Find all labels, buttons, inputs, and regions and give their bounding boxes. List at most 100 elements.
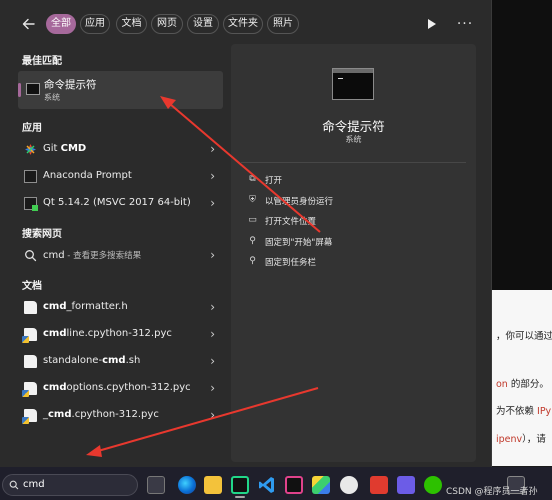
document-result[interactable]: cmdoptions.cpython-312.pyc › — [18, 376, 223, 402]
label-part: Qt 5.14.2 (MSVC 2017 64-bit) — [43, 197, 191, 208]
taskbar-search-box[interactable]: cmd — [2, 474, 138, 496]
label-part: Git — [43, 143, 61, 154]
document-result[interactable]: _cmd.cpython-312.pyc › — [18, 403, 223, 429]
label-part: standalone- — [43, 355, 103, 366]
chevron-right-icon[interactable]: › — [210, 381, 215, 395]
start-search-panel: 全部 应用 文档 网页 设置 文件夹 照片 ··· 最佳匹配 命令提示符 系统 应用 Git… — [0, 0, 492, 467]
best-match-command-prompt[interactable]: 命令提示符 系统 — [18, 71, 223, 109]
preview-action-label: 打开 — [265, 176, 283, 186]
qt-icon — [24, 197, 38, 211]
label-part: cmd — [48, 409, 72, 420]
doc-line-4: ipenv），请 — [496, 434, 546, 445]
chevron-right-icon[interactable]: › — [210, 196, 215, 210]
section-heading-best-match: 最佳匹配 — [22, 56, 62, 67]
label-part: cmd — [43, 328, 67, 339]
document-result-label: standalone-cmd.sh — [43, 355, 140, 366]
wechat-icon[interactable] — [424, 476, 442, 494]
preview-action[interactable]: ⧉ 打开 — [247, 172, 457, 188]
chevron-right-icon[interactable]: › — [210, 300, 215, 314]
preview-action-label: 打开文件位置 — [265, 217, 317, 227]
chevron-right-icon[interactable]: › — [210, 327, 215, 341]
app-icon[interactable] — [312, 476, 330, 494]
divider — [241, 162, 466, 163]
terminal-icon — [332, 68, 374, 100]
app-result-label: Git CMD — [43, 143, 86, 154]
app-icon[interactable] — [370, 476, 388, 494]
web-search-query: cmd — [43, 250, 65, 261]
label-part: Anaconda Prompt — [43, 170, 132, 181]
section-heading-documents: 文档 — [22, 281, 42, 292]
app-result[interactable]: Git CMD › — [18, 137, 223, 163]
filter-chip[interactable]: 网页 — [151, 14, 183, 34]
label-part: line.cpython-312.pyc — [66, 328, 172, 339]
back-button[interactable] — [18, 13, 40, 35]
label-part: CMD — [60, 143, 87, 154]
document-result-label: _cmd.cpython-312.pyc — [43, 409, 159, 420]
taskbar-search-input[interactable]: cmd — [23, 479, 45, 490]
doc-line-3: 为不依赖 IPy — [496, 406, 552, 417]
chevron-right-icon[interactable]: › — [210, 169, 215, 183]
preview-title: 命令提示符 — [322, 119, 385, 134]
file-icon — [24, 355, 37, 368]
selection-indicator — [18, 83, 21, 97]
open-icon: ⧉ — [249, 174, 256, 184]
shield-icon: ⛨ — [249, 194, 256, 205]
preview-action[interactable]: ⚲ 固定到任务栏 — [247, 254, 457, 270]
app-result-label: Anaconda Prompt — [43, 170, 132, 181]
file-icon — [24, 301, 37, 314]
doc-line-2: on 的部分。 — [496, 379, 549, 390]
document-result[interactable]: standalone-cmd.sh › — [18, 349, 223, 375]
document-result[interactable]: cmd_formatter.h › — [18, 295, 223, 321]
dataspell-icon[interactable] — [285, 476, 303, 494]
filter-chip[interactable]: 全部 — [46, 14, 76, 34]
preview-action-label: 以管理员身份运行 — [265, 196, 334, 207]
web-search-result[interactable]: cmd - 查看更多搜索结果 › — [18, 243, 223, 269]
python-file-icon — [22, 409, 37, 424]
vscode-icon[interactable] — [258, 476, 276, 494]
filter-bar: 全部 应用 文档 网页 设置 文件夹 照片 ··· — [0, 0, 492, 44]
label-part: _formatter.h — [66, 301, 128, 312]
preview-action[interactable]: ⚲ 固定到"开始"屏幕 — [247, 234, 457, 250]
watermark: CSDN @程序员一者孙 — [446, 487, 538, 497]
label-part: cmd — [102, 355, 126, 366]
chevron-right-icon[interactable]: › — [210, 248, 215, 262]
preview-subtitle: 系统 — [345, 135, 362, 144]
preview-action[interactable]: ⛨ 以管理员身份运行 — [247, 193, 457, 209]
filter-chip[interactable]: 应用 — [80, 14, 110, 34]
background-dark-window — [492, 0, 552, 290]
document-result-label: cmd_formatter.h — [43, 301, 128, 312]
pin-icon: ⚲ — [249, 235, 256, 246]
filter-chip[interactable]: 文件夹 — [223, 14, 263, 34]
section-heading-web: 搜索网页 — [22, 229, 62, 240]
label-part: cmd — [43, 382, 67, 393]
app-icon[interactable] — [397, 476, 415, 494]
play-button[interactable] — [424, 15, 440, 33]
file-explorer-icon[interactable] — [204, 476, 222, 494]
chevron-right-icon[interactable]: › — [210, 354, 215, 368]
search-icon — [25, 250, 37, 262]
chevron-right-icon[interactable]: › — [210, 142, 215, 156]
more-options-button[interactable]: ··· — [456, 14, 474, 34]
chevron-right-icon[interactable]: › — [210, 408, 215, 422]
app-result[interactable]: Qt 5.14.2 (MSVC 2017 64-bit) › — [18, 191, 223, 217]
document-result[interactable]: cmdline.cpython-312.pyc › — [18, 322, 223, 348]
edge-browser-icon[interactable] — [178, 476, 196, 494]
task-view-icon[interactable] — [147, 476, 165, 494]
app-icon[interactable] — [340, 476, 358, 494]
filter-chip[interactable]: 设置 — [187, 14, 219, 34]
filter-chip[interactable]: 照片 — [267, 14, 299, 34]
app-result-label: Qt 5.14.2 (MSVC 2017 64-bit) — [43, 197, 191, 208]
pycharm-icon[interactable] — [231, 476, 249, 494]
running-indicator — [235, 496, 245, 498]
document-result-label: cmdoptions.cpython-312.pyc — [43, 382, 191, 393]
ellipsis-icon: ··· — [456, 16, 474, 32]
preview-action[interactable]: ▭ 打开文件位置 — [247, 213, 457, 229]
background-document: ，你可以通过 on 的部分。 为不依赖 IPy ipenv），请 — [492, 290, 552, 466]
play-icon — [428, 19, 436, 29]
pin-icon: ⚲ — [249, 256, 256, 266]
filter-chip[interactable]: 文档 — [116, 14, 147, 34]
label-part: .sh — [125, 355, 141, 366]
terminal-icon — [24, 170, 37, 183]
app-result[interactable]: Anaconda Prompt › — [18, 164, 223, 190]
preview-action-label: 固定到"开始"屏幕 — [265, 237, 333, 248]
